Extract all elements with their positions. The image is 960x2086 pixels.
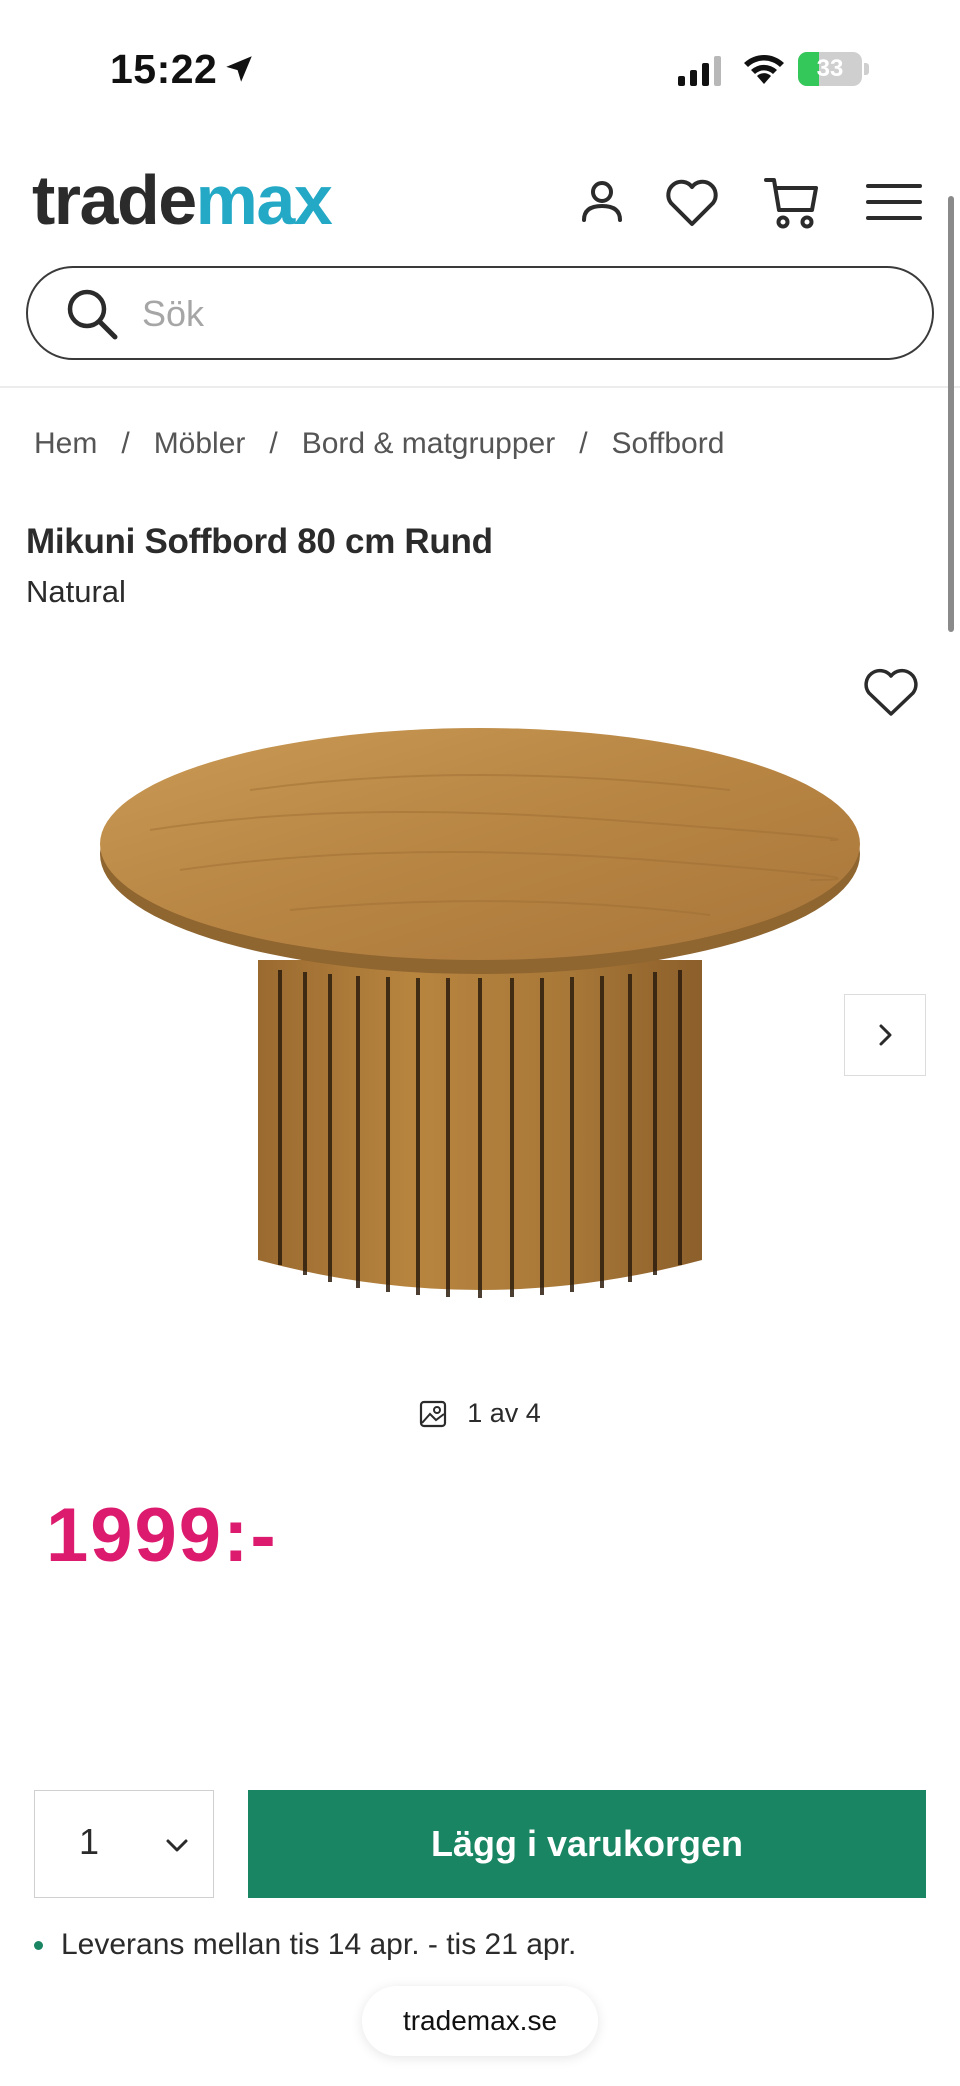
image-counter: 1 av 4 xyxy=(0,1398,960,1429)
header-divider xyxy=(0,386,960,388)
breadcrumb-separator: / xyxy=(579,427,588,460)
site-header: trademax xyxy=(0,140,960,390)
product-price: 1999:- xyxy=(46,1493,278,1578)
chevron-down-icon xyxy=(166,1839,188,1852)
location-arrow-icon xyxy=(226,56,252,82)
browser-url-bar[interactable]: trademax.se xyxy=(362,1986,598,2056)
logo-text-trade: trade xyxy=(32,161,197,239)
image-counter-text: 1 av 4 xyxy=(467,1398,541,1428)
product-gallery: 1 av 4 xyxy=(0,640,960,1428)
chevron-right-icon xyxy=(879,1024,892,1046)
search-icon[interactable] xyxy=(62,284,122,344)
heart-icon[interactable] xyxy=(662,172,722,232)
battery-icon: 33 xyxy=(798,52,869,86)
menu-icon[interactable] xyxy=(864,172,924,232)
quantity-value: 1 xyxy=(79,1821,100,1862)
browser-url: trademax.se xyxy=(402,2005,558,2036)
breadcrumb-item-bord-matgrupper[interactable]: Bord & matgrupper xyxy=(302,427,555,461)
breadcrumb-item-hem[interactable]: Hem xyxy=(34,427,97,461)
cart-icon[interactable] xyxy=(762,172,822,232)
scrollbar[interactable] xyxy=(948,196,954,632)
next-image-button[interactable] xyxy=(844,994,926,1076)
signal-icon xyxy=(678,56,721,86)
product-image[interactable] xyxy=(90,720,870,1340)
status-bar: 15:22 33 xyxy=(0,0,960,140)
search-input[interactable] xyxy=(142,286,902,342)
search-box[interactable] xyxy=(26,266,934,360)
breadcrumb-item-soffbord[interactable]: Soffbord xyxy=(612,427,725,461)
breadcrumb-separator: / xyxy=(269,427,278,460)
add-to-cart-button[interactable]: Lägg i varukorgen xyxy=(248,1790,926,1898)
favorite-heart-icon[interactable] xyxy=(862,666,920,718)
product-variant: Natural xyxy=(26,574,126,609)
delivery-info: Leverans mellan tis 14 apr. - tis 21 apr… xyxy=(34,1928,576,1962)
breadcrumb-separator: / xyxy=(121,427,130,460)
wifi-icon xyxy=(744,55,784,84)
logo-text-max: max xyxy=(195,161,333,239)
quantity-select[interactable]: 1 xyxy=(34,1790,214,1898)
breadcrumb-item-mobler[interactable]: Möbler xyxy=(154,427,246,461)
breadcrumb: Hem / Möbler / Bord & matgrupper / Soffb… xyxy=(34,424,724,464)
image-icon xyxy=(420,1400,447,1427)
user-icon[interactable] xyxy=(572,172,632,232)
status-time: 15:22 xyxy=(110,46,218,92)
product-title: Mikuni Soffbord 80 cm Rund xyxy=(26,522,493,561)
delivery-dot-icon xyxy=(34,1940,43,1950)
logo[interactable]: trademax xyxy=(32,165,333,235)
battery-level: 33 xyxy=(816,55,844,82)
delivery-text: Leverans mellan tis 14 apr. - tis 21 apr… xyxy=(61,1928,577,1961)
